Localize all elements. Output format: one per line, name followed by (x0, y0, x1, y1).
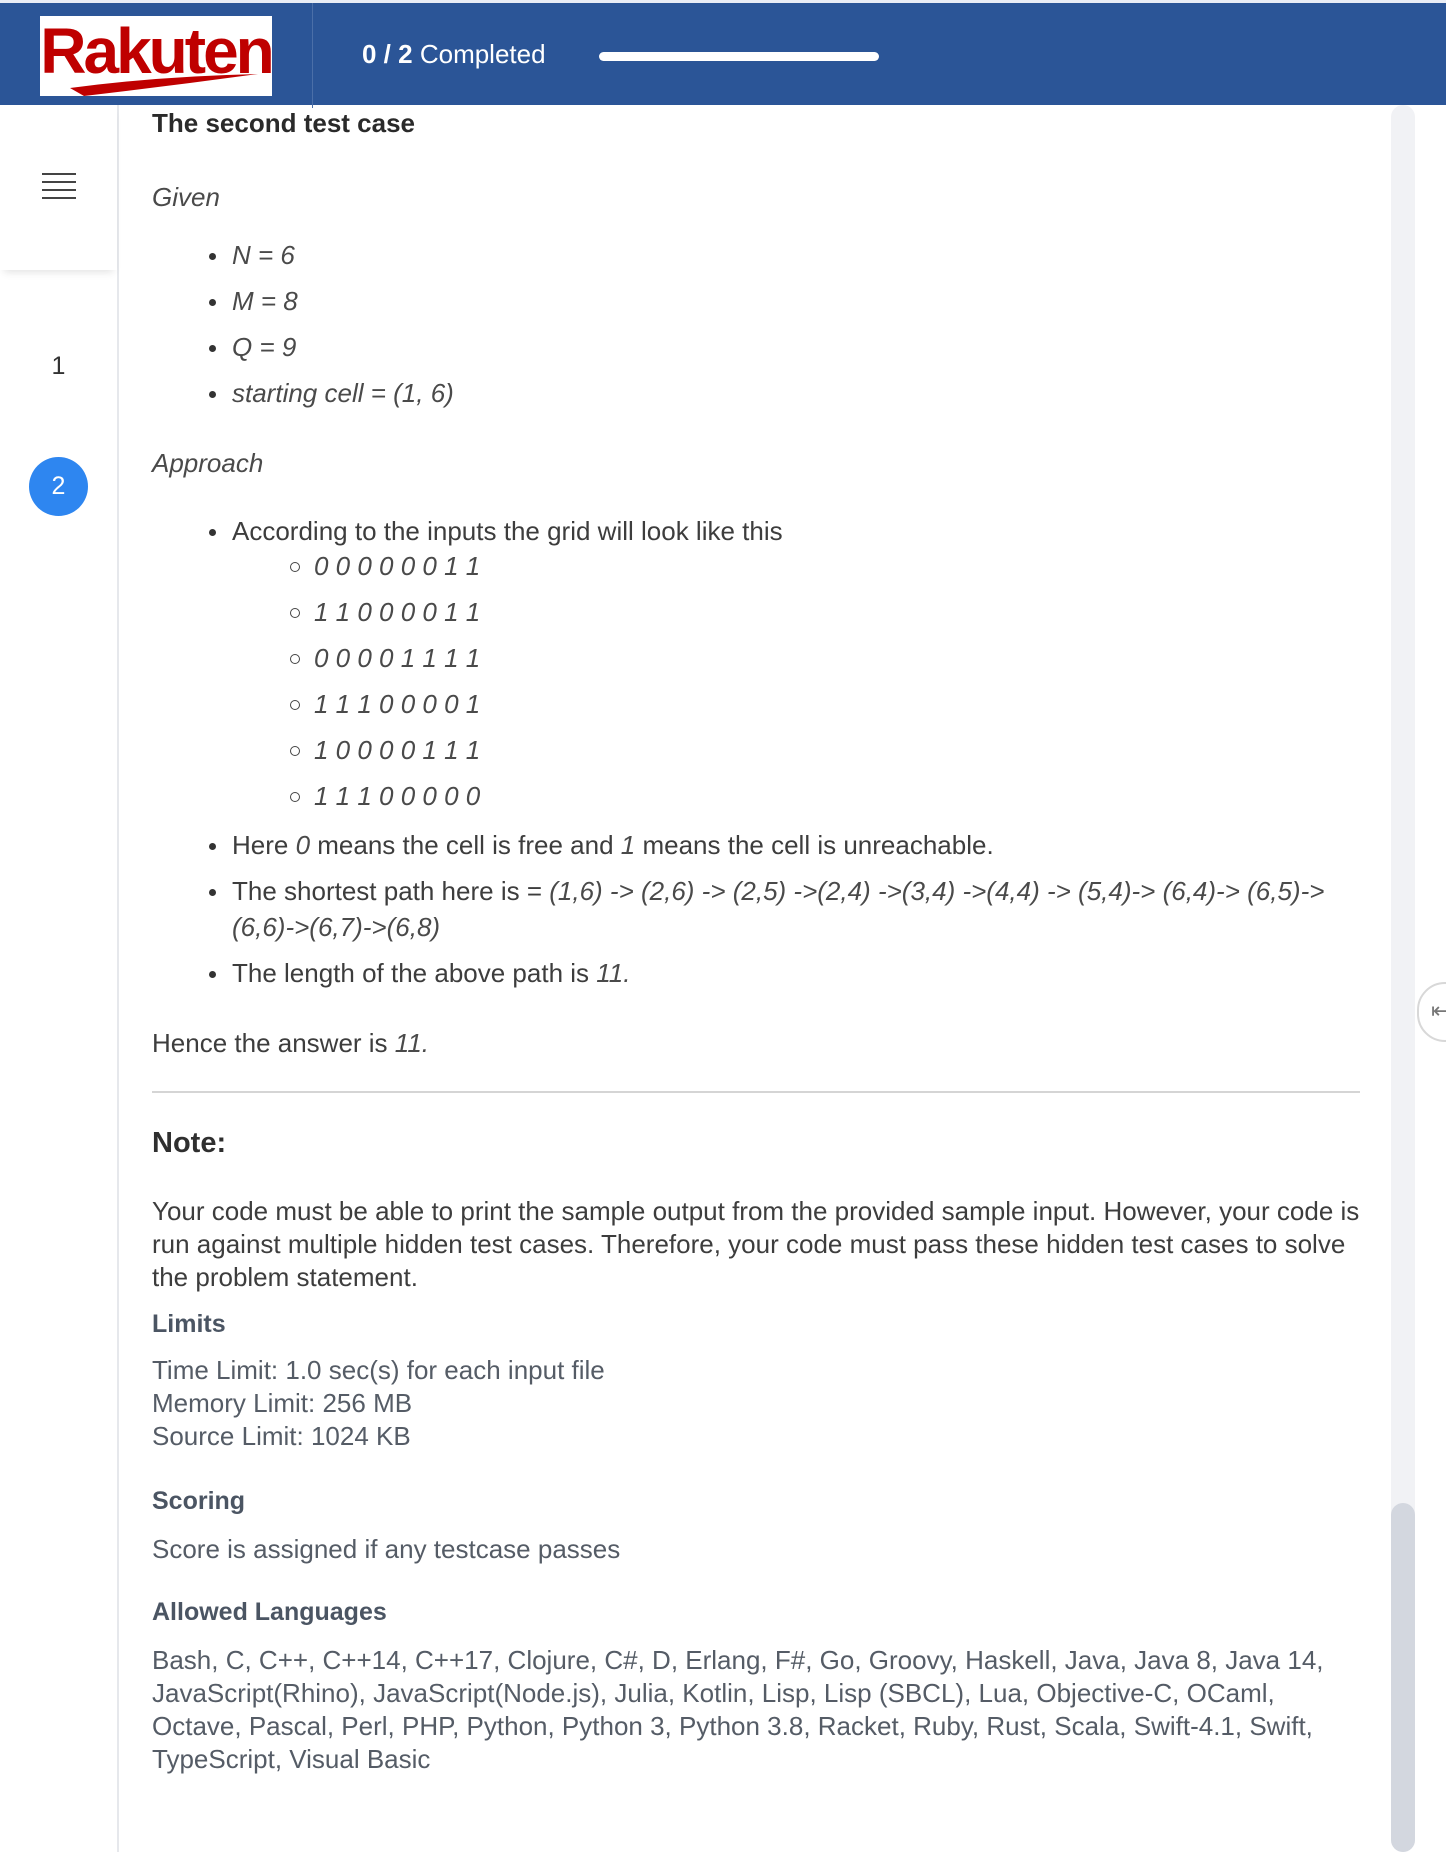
grid-rows: 0 0 0 0 0 0 1 1 1 1 0 0 0 0 1 1 0 0 0 0 … (290, 543, 1360, 819)
given-item: N = 6 (209, 237, 1360, 283)
answer-pre: Hence the answer is (152, 1028, 395, 1058)
given-item: Q = 9 (209, 329, 1360, 375)
topbar-divider (312, 3, 313, 108)
note-text: Your code must be able to print the samp… (152, 1196, 1360, 1292)
here-one: 1 (620, 830, 636, 860)
here-pre: Here (232, 830, 296, 860)
here-post: means the cell is unreachable. (635, 830, 994, 860)
grid-row: 1 1 0 0 0 0 1 1 (290, 589, 1360, 635)
progress-bar (599, 52, 879, 61)
progress-label: 0 / 2 Completed (362, 39, 546, 70)
path-pre: The shortest path here is = (232, 876, 550, 906)
languages-text: Bash, C, C++, C++14, C++17, Clojure, C#,… (152, 1645, 1324, 1774)
scrollbar[interactable] (1391, 105, 1415, 1852)
problem-content: The second test case Given N = 6 M = 8 Q… (152, 105, 1360, 1776)
approach-item: The length of the above path is 11. (209, 955, 1360, 991)
divider (152, 1091, 1360, 1093)
given-list: N = 6 M = 8 Q = 9 starting cell = (1, 6) (209, 237, 1360, 421)
scoring-heading: Scoring (152, 1487, 246, 1515)
grid-intro: According to the inputs the grid will lo… (232, 516, 783, 546)
here-mid: means the cell is free and (310, 830, 621, 860)
approach-item: The shortest path here is = (1,6) -> (2,… (209, 873, 1360, 945)
progress-suffix: Completed (419, 39, 546, 69)
approach-item: Here 0 means the cell is free and 1 mean… (209, 827, 1360, 863)
languages-heading: Allowed Languages (152, 1598, 387, 1626)
hamburger-menu-icon[interactable] (42, 171, 76, 201)
limits-list: Time Limit: 1.0 sec(s) for each input fi… (152, 1354, 1360, 1453)
rakuten-logo[interactable]: Rakuten (40, 15, 275, 96)
section-title: The second test case (152, 108, 415, 138)
length-pre: The length of the above path is (232, 958, 597, 988)
scrollbar-thumb[interactable] (1391, 1503, 1415, 1852)
note-heading: Note: (152, 1127, 227, 1159)
top-bar: Rakuten 0 / 2 Completed (0, 0, 1446, 108)
collapse-panel-button[interactable]: ⇤ (1417, 982, 1446, 1042)
here-zero: 0 (295, 830, 311, 860)
question-2-button[interactable]: 2 (29, 457, 88, 516)
approach-item: According to the inputs the grid will lo… (209, 513, 1360, 819)
scoring-text: Score is assigned if any testcase passes (152, 1534, 621, 1564)
limit-item: Source Limit: 1024 KB (152, 1421, 411, 1451)
menu-panel (0, 105, 117, 270)
logo-swoosh-icon (70, 74, 258, 96)
limit-item: Time Limit: 1.0 sec(s) for each input fi… (152, 1355, 605, 1385)
grid-row: 1 0 0 0 0 1 1 1 (290, 727, 1360, 773)
progress-count: 0 / 2 (362, 39, 413, 69)
collapse-panel-icon: ⇤ (1431, 998, 1446, 1023)
question-1-button[interactable]: 1 (29, 337, 88, 396)
grid-row: 1 1 1 0 0 0 0 1 (290, 681, 1360, 727)
given-heading: Given (152, 182, 220, 212)
grid-row: 0 0 0 0 1 1 1 1 (290, 635, 1360, 681)
length-value: 11. (596, 958, 631, 988)
answer-line: Hence the answer is 11. (152, 1025, 1360, 1061)
grid-row: 0 0 0 0 0 0 1 1 (290, 543, 1360, 589)
approach-list: According to the inputs the grid will lo… (209, 513, 1360, 991)
limits-heading: Limits (152, 1310, 226, 1338)
grid-row: 1 1 1 0 0 0 0 0 (290, 773, 1360, 819)
limit-item: Memory Limit: 256 MB (152, 1388, 413, 1418)
given-item: M = 8 (209, 283, 1360, 329)
approach-heading: Approach (152, 448, 264, 478)
given-item: starting cell = (1, 6) (209, 375, 1360, 421)
question-sidebar: 1 2 (0, 105, 119, 1852)
answer-value: 11. (394, 1028, 430, 1058)
